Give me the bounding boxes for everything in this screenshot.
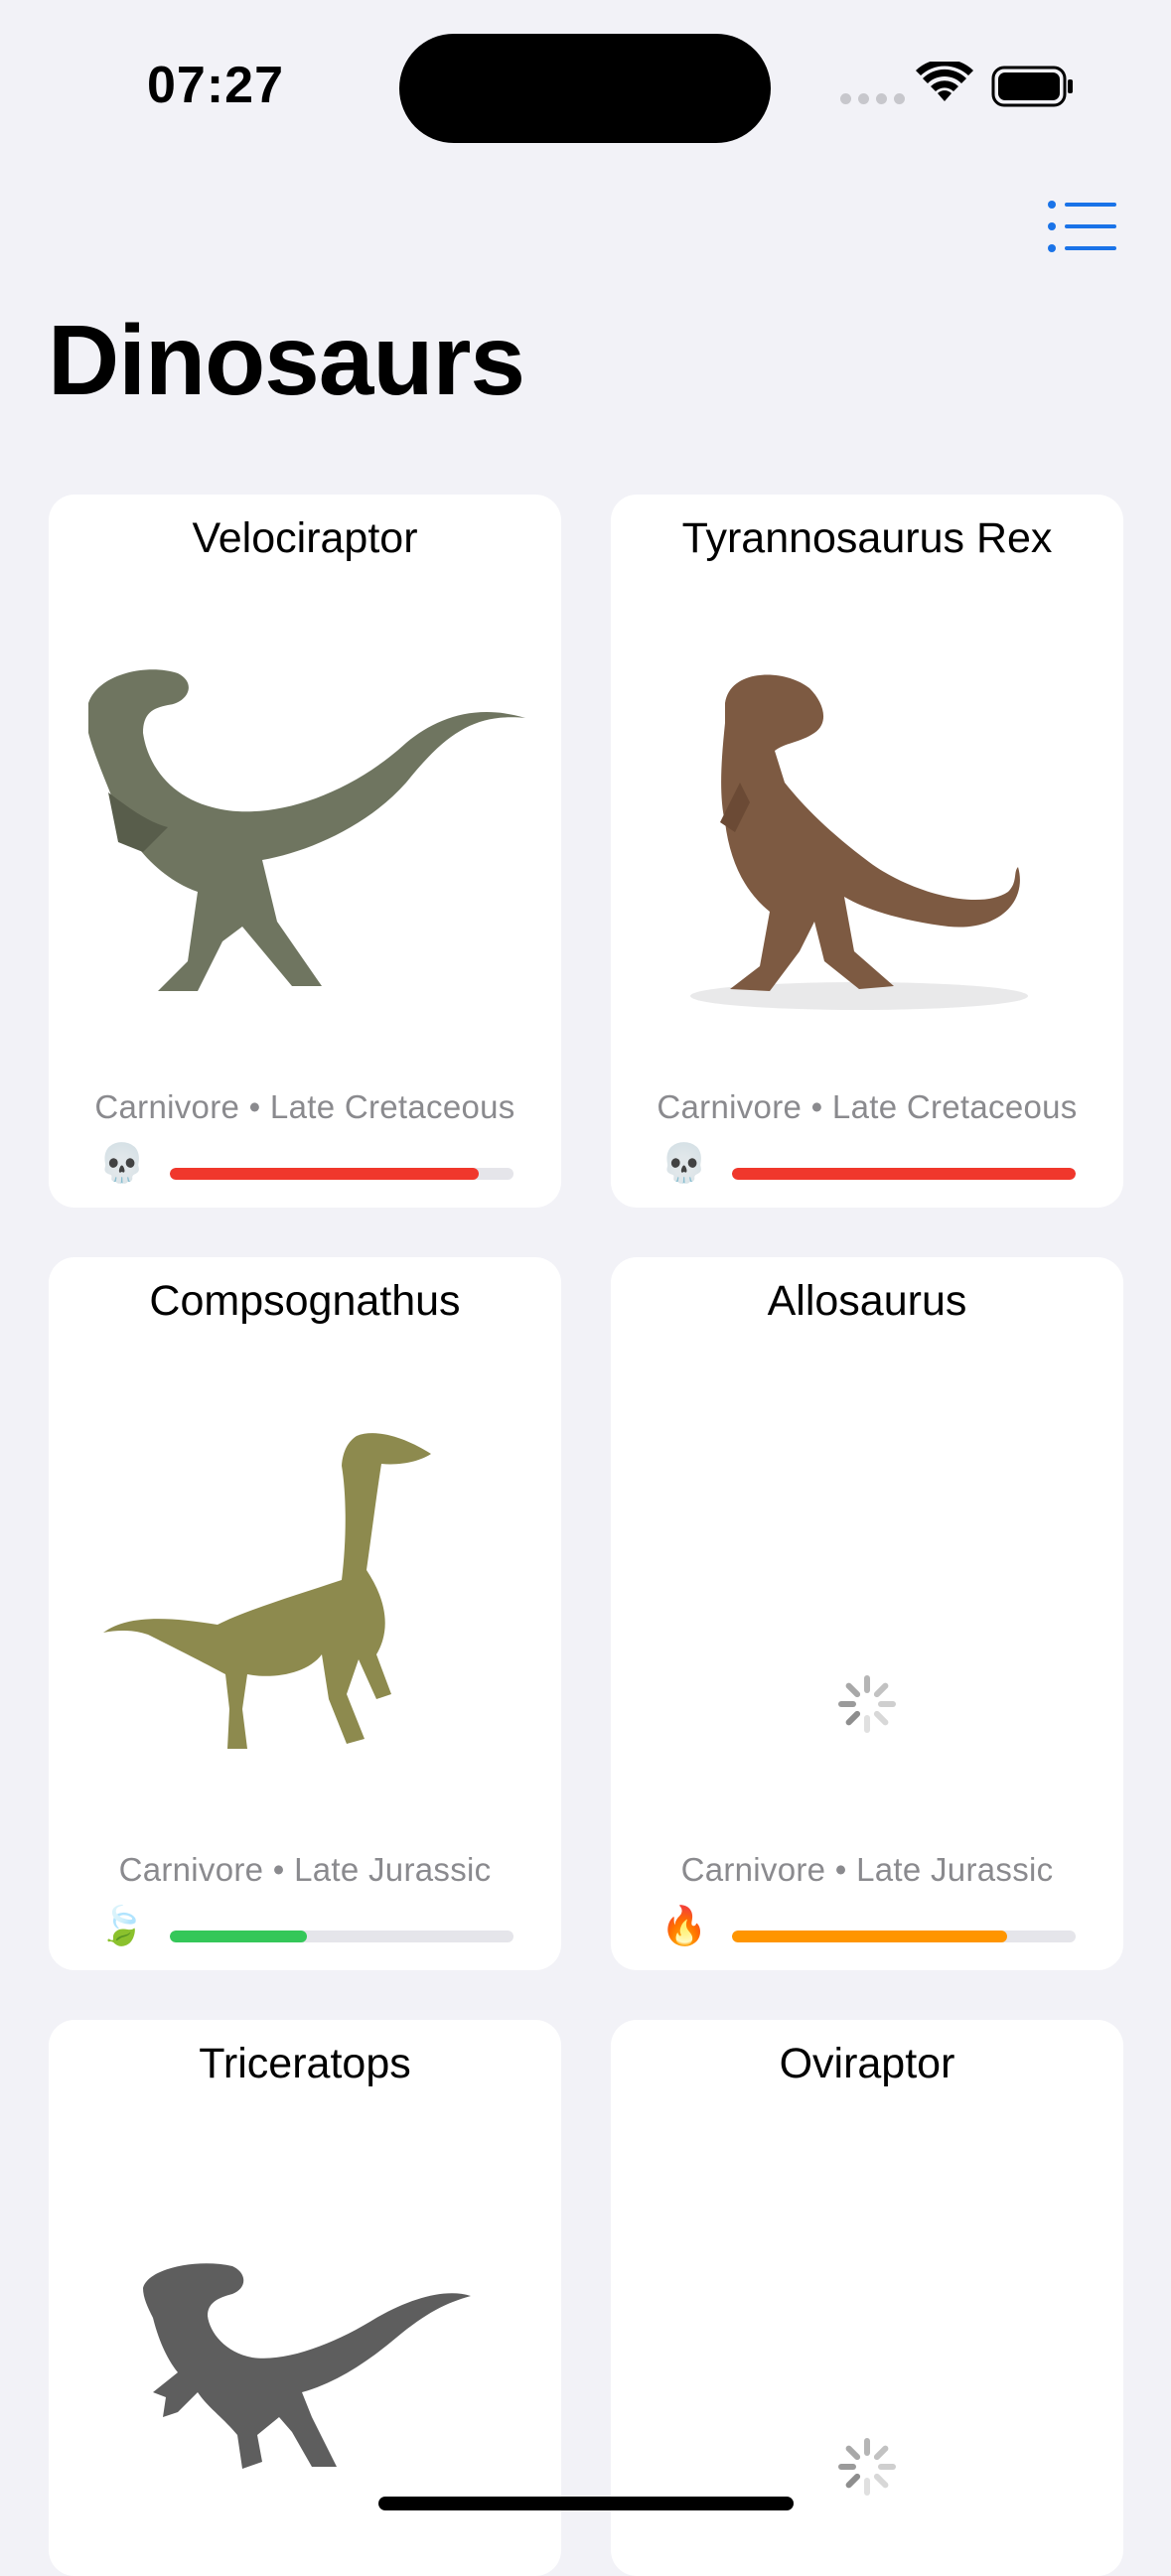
loading-spinner-icon (838, 2438, 896, 2496)
danger-bar (170, 1168, 513, 1180)
skull-icon: 💀 (660, 1143, 708, 1185)
card-title: Oviraptor (779, 2040, 955, 2087)
velociraptor-image (88, 669, 525, 991)
fire-icon: 🔥 (660, 1906, 708, 1947)
cellular-signal-icon (840, 93, 905, 104)
card-title: Velociraptor (192, 514, 418, 562)
loading-spinner-icon (838, 1675, 896, 1733)
page-title: Dinosaurs (48, 305, 525, 416)
danger-bar (732, 1168, 1076, 1180)
leaf-icon: 🍃 (98, 1906, 146, 1947)
card-title: Compsognathus (149, 1277, 461, 1325)
dinosaur-card[interactable]: Allosaurus Carnivore • Late Jurassic 🔥 (611, 1257, 1123, 1970)
card-meta: Carnivore • Late Cretaceous (94, 1088, 515, 1125)
danger-bar-fill (170, 1168, 480, 1180)
skull-icon: 💀 (98, 1143, 146, 1185)
image-area (611, 1357, 1123, 1833)
wifi-icon (916, 62, 973, 101)
battery-icon (991, 66, 1073, 107)
dinosaur-card[interactable]: Oviraptor (611, 2020, 1123, 2576)
danger-bar (732, 1931, 1076, 1942)
trex-image (690, 674, 1028, 1010)
card-meta: Carnivore • Late Jurassic (118, 1851, 492, 1888)
status-time: 07:27 (147, 57, 284, 114)
dinosaur-card[interactable]: Velociraptor Carnivore • Late Cretaceous… (49, 495, 561, 1208)
danger-bar-fill (170, 1931, 308, 1942)
card-title: Allosaurus (767, 1277, 967, 1325)
home-indicator[interactable] (378, 2497, 794, 2510)
dynamic-island (399, 34, 771, 143)
card-title: Tyrannosaurus Rex (681, 514, 1053, 562)
dinosaur-card[interactable]: Compsognathus Carnivore • Late Jurassic … (49, 1257, 561, 1970)
list-icon[interactable] (1047, 199, 1118, 254)
card-meta: Carnivore • Late Cretaceous (657, 1088, 1078, 1125)
dinosaur-card[interactable]: Triceratops (49, 2020, 561, 2576)
danger-bar-fill (732, 1168, 1076, 1180)
dinosaur-card[interactable]: Tyrannosaurus Rex Carnivore • Late Creta… (611, 495, 1123, 1208)
card-title: Triceratops (199, 2040, 411, 2087)
compsognathus-image (103, 1433, 431, 1749)
card-meta: Carnivore • Late Jurassic (680, 1851, 1054, 1888)
danger-bar-fill (732, 1931, 1007, 1942)
danger-bar (170, 1931, 513, 1942)
